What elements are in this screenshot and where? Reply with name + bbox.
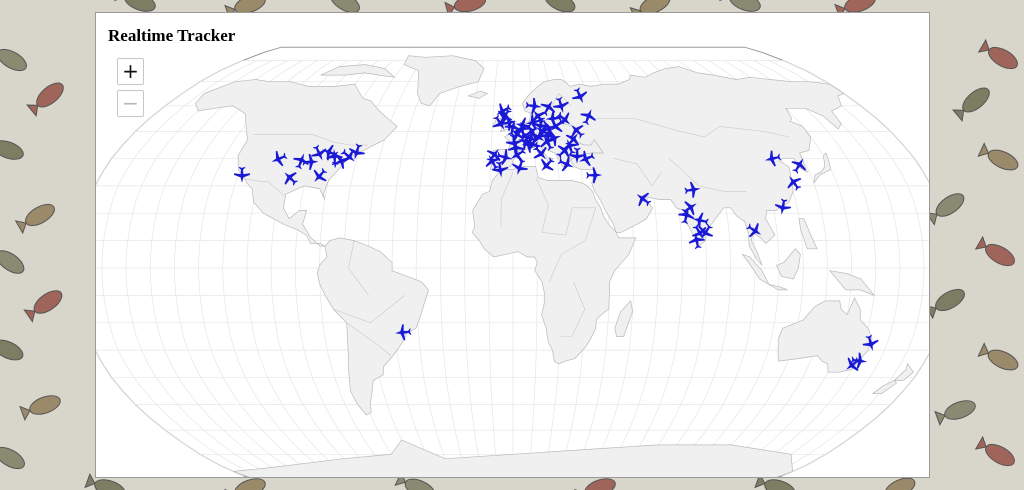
bomb-icon [924, 288, 965, 320]
bomb-icon [925, 193, 965, 226]
bomb-icon [26, 82, 64, 117]
bomb-icon [19, 395, 61, 421]
zoom-in-button[interactable]: + [117, 58, 144, 85]
zoom-out-button[interactable]: − [117, 90, 144, 117]
world-map[interactable] [96, 13, 930, 478]
bomb-icon [977, 342, 1019, 371]
bomb-icon [952, 87, 990, 122]
bomb-icon [14, 203, 55, 235]
bomb-icon [977, 38, 1018, 70]
bomb-icon [0, 48, 27, 72]
bomb-icon [934, 400, 976, 426]
bomb-icon [0, 140, 24, 160]
bomb-icon [974, 235, 1015, 267]
map-title: Realtime Tracker [108, 26, 236, 45]
map-panel: Realtime Tracker + − [95, 12, 930, 478]
bomb-icon [0, 339, 24, 361]
bomb-icon [974, 435, 1015, 467]
bomb-icon [23, 290, 63, 323]
bomb-icon [0, 446, 25, 470]
bomb-icon [977, 142, 1019, 171]
bomb-icon [0, 250, 25, 274]
